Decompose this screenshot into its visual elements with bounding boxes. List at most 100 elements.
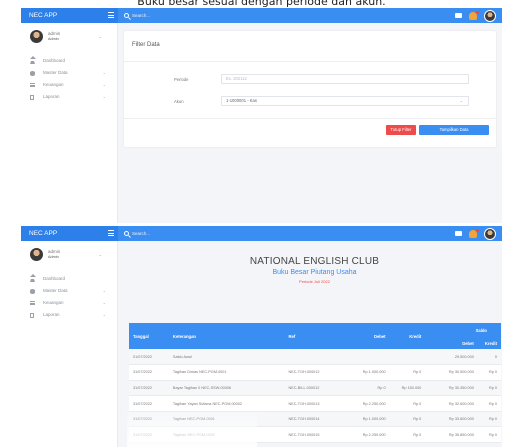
periode-input[interactable]: Ex. 202112 (221, 74, 469, 84)
search-icon (124, 231, 129, 236)
sidebar-item-laporan[interactable]: Laporan ⌄ (21, 309, 118, 321)
sidebar-menu: Dashboard Master Data ⌄ Keuangan ⌄ Laporan… (21, 273, 118, 321)
table-row: 31/07/2022 Tagihan NEC-PGM-0002 NEC-TGH.00… (129, 426, 501, 444)
chevron-down-icon: ⌄ (102, 82, 106, 87)
sidebar-item-label: Laporan (43, 312, 60, 317)
user-avatar (30, 248, 43, 261)
periode-label: Periode (174, 77, 189, 82)
table-cell: Rp 1.000.000 (347, 411, 390, 428)
hamburger-icon[interactable] (108, 12, 114, 18)
sidebar-item-label: Dashboard (43, 276, 66, 281)
chevron-down-icon: ⌄ (102, 300, 106, 305)
search-icon (124, 13, 129, 18)
table-cell: 01/07/2022 (129, 349, 169, 366)
sidebar-item-laporan[interactable]: Laporan ⌄ (21, 91, 118, 103)
sidebar-item-master-data[interactable]: Master Data ⌄ (21, 67, 118, 79)
periode-placeholder: Ex. 202112 (226, 76, 247, 81)
filter-title: Filter Data (132, 42, 160, 48)
table-cell: Rp 35.850.000 (425, 426, 478, 444)
report-screen: NEC APP Search... admin Admin ⌄ Dashboar… (21, 226, 502, 447)
avatar[interactable] (484, 9, 496, 22)
table-cell: Rp 0 (389, 426, 426, 444)
user-panel[interactable]: admin Admin ⌄ (30, 30, 114, 44)
brand[interactable]: NEC APP (21, 226, 118, 241)
money-icon (30, 83, 35, 87)
table-cell: 0 (477, 349, 501, 366)
sidebar-item-label: Master Data (43, 70, 68, 75)
table-cell: Saldo Awal (168, 349, 285, 366)
ledger-report: NATIONAL ENGLISH CLUB Buku Besar Piutang… (127, 248, 502, 447)
search-input[interactable]: Search... (118, 226, 278, 241)
chevron-down-icon: ⌄ (102, 94, 106, 99)
table-cell: Tagihan NEC-PGM-0001 (168, 411, 285, 428)
table-cell: Bayar Tagihan 0 NEC-SSW-00006 (168, 380, 285, 397)
table-row: 31/07/2022 Bayar Tagihan 0 NEC-SSW-00006 N… (129, 380, 501, 397)
ledger-table: Tanggal Keterangan Ref Debet Kredit Sald… (129, 323, 501, 444)
search-input[interactable]: Search... (118, 8, 278, 23)
sidebar: admin Admin ⌄ Dashboard Master Data ⌄ Keu… (21, 241, 118, 447)
table-cell: NEC-TGH.000014 (284, 411, 348, 428)
sidebar-menu: Dashboard Master Data ⌄ Keuangan ⌄ Laporan… (21, 55, 118, 103)
table-cell: 31/07/2022 (129, 364, 169, 381)
user-panel[interactable]: admin Admin ⌄ (30, 248, 114, 262)
bell-icon[interactable] (469, 10, 479, 20)
sidebar-item-keuangan[interactable]: Keuangan ⌄ (21, 79, 118, 91)
table-cell (389, 349, 426, 366)
document-icon (30, 312, 34, 318)
table-cell: Tagihan Dimas NEC-PGM.0001 (168, 364, 285, 381)
sidebar-item-keuangan[interactable]: Keuangan ⌄ (21, 297, 118, 309)
report-title: NATIONAL ENGLISH CLUB (249, 256, 380, 267)
table-cell: NEC-TGH.000015 (284, 426, 348, 444)
divider (124, 118, 496, 119)
hamburger-icon[interactable] (108, 230, 114, 236)
table-cell: Rp 33.600.000 (425, 411, 478, 428)
sidebar-item-dashboard[interactable]: Dashboard (21, 55, 118, 67)
table-row: 01/07/2022 Saldo Awal 29.500.000 0 (129, 349, 501, 366)
table-cell: Rp 30.350.000 (425, 380, 478, 397)
table-cell: 31/07/2022 (129, 426, 169, 444)
sidebar-item-master-data[interactable]: Master Data ⌄ (21, 285, 118, 297)
table-cell: Rp 2.250.000 (347, 426, 390, 444)
col-tanggal: Tanggal (129, 323, 169, 349)
sidebar-item-label: Master Data (43, 288, 68, 293)
report-period: Periode Juli 2022 (299, 279, 330, 284)
table-row: 31/07/2022 Tagihan NEC-PGM-0001 NEC-TGH.00… (129, 411, 501, 428)
table-cell: NEC-BILL.000012 (284, 380, 348, 397)
akun-select[interactable]: 1-1000001 - Kas ⌄ (221, 96, 469, 106)
avatar[interactable] (484, 227, 496, 240)
caption-text: Buku besar sesuai dengan periode dan aku… (137, 0, 386, 8)
chevron-down-icon: ⌄ (98, 34, 102, 39)
akun-label: Akun (174, 99, 184, 104)
table-cell: 31/07/2022 (129, 411, 169, 428)
chevron-down-icon: ⌄ (102, 288, 106, 293)
show-data-button[interactable]: Tampilkan Data (419, 125, 489, 135)
table-cell: 31/07/2022 (129, 380, 169, 397)
bell-icon[interactable] (469, 228, 479, 238)
chevron-down-icon: ⌄ (102, 312, 106, 317)
col-ref: Ref (284, 323, 348, 349)
user-name: admin (48, 31, 61, 36)
col-saldo-kredit: Kredit (477, 338, 501, 349)
report-subtitle: Buku Besar Piutang Usaha (272, 269, 357, 276)
money-icon (30, 301, 35, 305)
table-row: 31/07/2022 Tagihan Dimas NEC-PGM.0001 NEC-… (129, 364, 501, 381)
close-filter-button[interactable]: Tutup Filter (386, 125, 416, 135)
mail-icon[interactable] (455, 231, 462, 236)
brand-label: NEC APP (29, 12, 58, 19)
akun-value: 1-1000001 - Kas (226, 98, 257, 103)
mail-icon[interactable] (455, 13, 462, 18)
table-cell (284, 349, 348, 366)
brand[interactable]: NEC APP (21, 8, 118, 23)
topbar-icons (455, 9, 496, 22)
table-cell: Rp 0 (477, 411, 501, 428)
home-icon (30, 55, 36, 64)
sidebar-item-label: Laporan (43, 94, 60, 99)
table-cell: Rp 0 (389, 395, 426, 412)
user-role: Admin (48, 255, 59, 259)
table-cell: Rp 0 (477, 380, 501, 397)
brand-label: NEC APP (29, 230, 58, 237)
col-saldo: Saldo (425, 323, 501, 338)
filter-card: Filter Data Periode Ex. 202112 Akun 1-10… (124, 31, 496, 147)
sidebar-item-dashboard[interactable]: Dashboard (21, 273, 118, 285)
table-row: 31/07/2022 Tagihan Yayan Sutisna NEC-PGM.… (129, 395, 501, 412)
